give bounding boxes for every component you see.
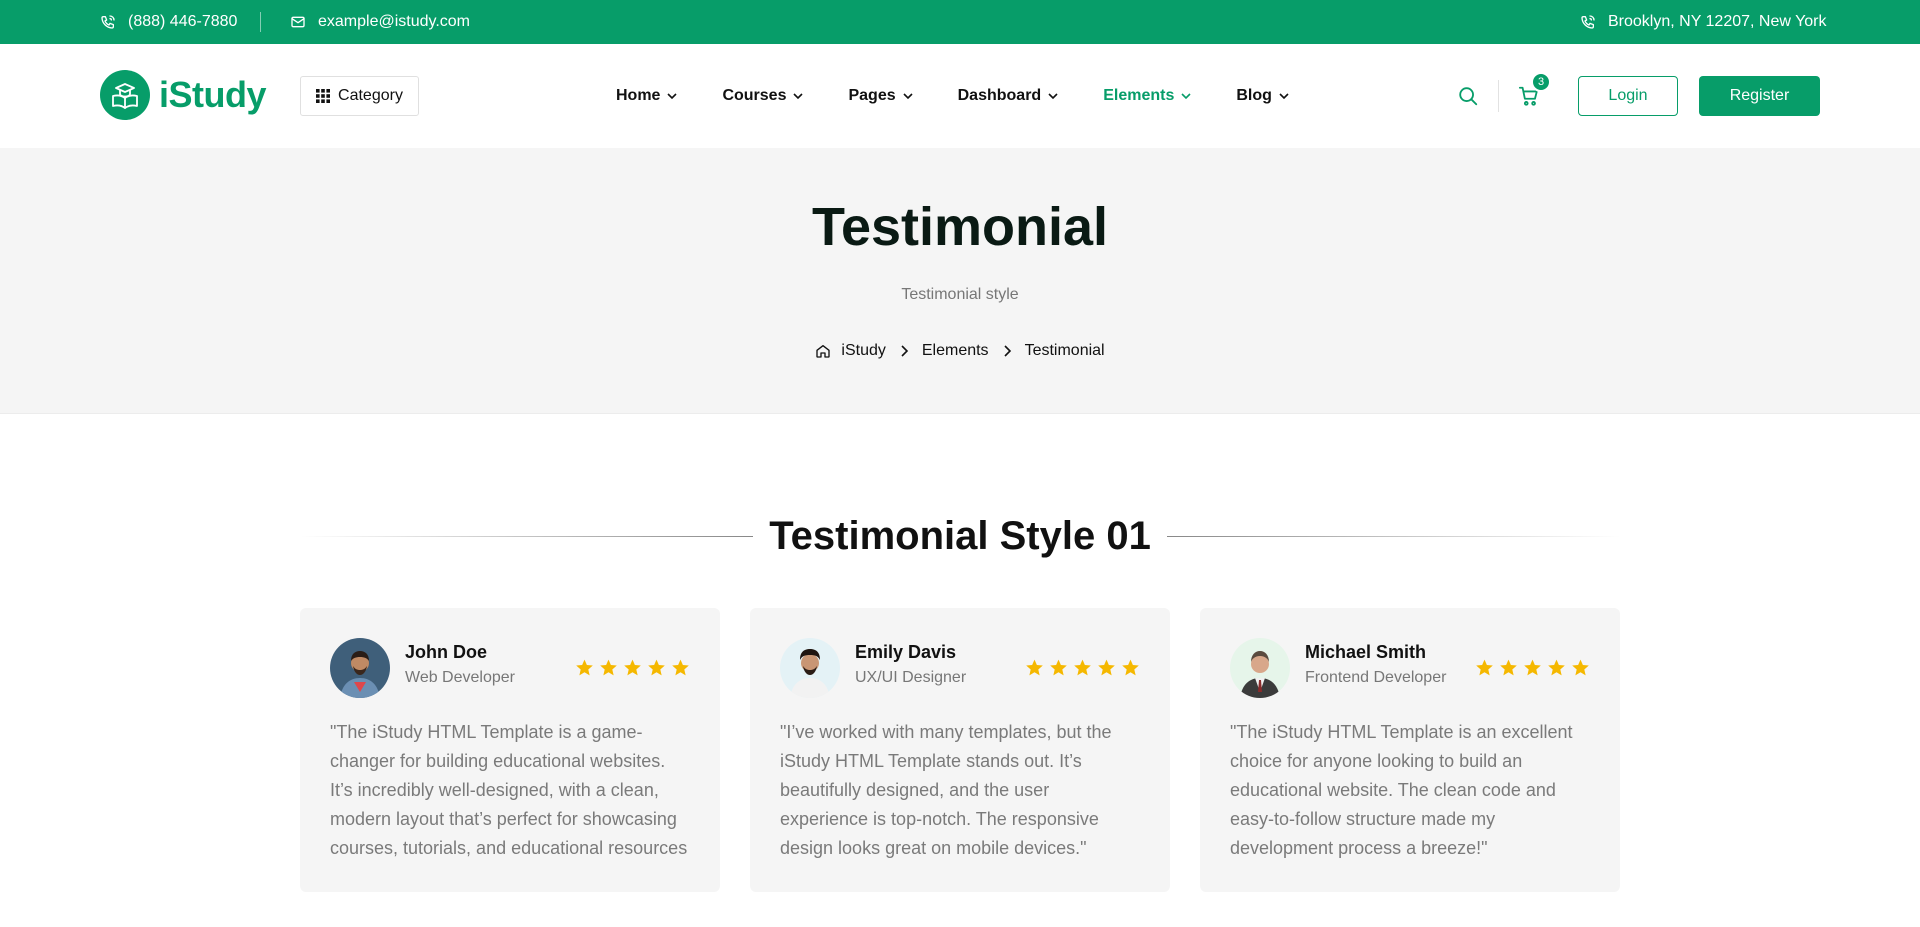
- star-icon: [1500, 659, 1517, 676]
- nav-label: Blog: [1236, 87, 1272, 104]
- testimonial-card: Michael Smith Frontend Developer "The iS…: [1200, 608, 1620, 892]
- avatar: [780, 638, 840, 698]
- nav-item-elements[interactable]: Elements: [1103, 87, 1192, 105]
- chevron-down-icon: [1048, 93, 1058, 100]
- star-icon: [1572, 659, 1589, 676]
- chevron-down-icon: [1181, 93, 1191, 100]
- star-icon: [1476, 659, 1493, 676]
- breadcrumb: iStudy Elements Testimonial: [0, 342, 1920, 360]
- star-icon: [600, 659, 617, 676]
- nav-label: Courses: [722, 87, 787, 104]
- nav-label: Home: [616, 87, 661, 104]
- star-rating: [1025, 658, 1140, 677]
- star-icon: [672, 659, 689, 676]
- star-icon: [1074, 659, 1091, 676]
- logo-book-icon: [100, 70, 150, 120]
- testimonial-quote: "The iStudy HTML Template is an excellen…: [1230, 722, 1573, 858]
- star-icon: [1098, 659, 1115, 676]
- chevron-down-icon: [903, 93, 913, 100]
- nav-label: Dashboard: [957, 87, 1042, 104]
- testimonial-name: Michael Smith: [1305, 642, 1427, 662]
- testimonial-quote: "The iStudy HTML Template is a game-chan…: [330, 722, 688, 858]
- category-button[interactable]: Category: [300, 76, 419, 116]
- chevron-right-icon: [1003, 345, 1011, 357]
- address-text: Brooklyn, NY 12207, New York: [1608, 13, 1827, 30]
- search-button[interactable]: [1456, 84, 1480, 108]
- testimonial-role: UX/UI Designer: [855, 669, 967, 686]
- nav-item-blog[interactable]: Blog: [1236, 87, 1290, 105]
- phone-icon: [1581, 15, 1595, 29]
- testimonial-role: Web Developer: [405, 669, 515, 686]
- page-hero: Testimonial Testimonial style iStudy Ele…: [0, 148, 1920, 414]
- top-bar: (888) 446-7880 example@istudy.com Brookl…: [0, 0, 1920, 44]
- nav-label: Pages: [848, 87, 896, 104]
- email-address: example@istudy.com: [318, 13, 470, 30]
- category-label: Category: [338, 87, 403, 104]
- logo-text: iStudy: [159, 74, 267, 115]
- main-nav: Home Courses Pages Dashboard Elements Bl…: [616, 44, 1334, 148]
- grid-icon: [316, 89, 331, 103]
- nav-item-courses[interactable]: Courses: [722, 87, 804, 105]
- star-icon: [576, 659, 593, 676]
- testimonial-role: Frontend Developer: [1305, 669, 1447, 686]
- main-header: iStudy Category Home Courses Pages Dashb…: [0, 44, 1920, 148]
- heading-line-right: [1166, 535, 1620, 537]
- logo[interactable]: iStudy: [100, 70, 267, 120]
- star-icon: [1524, 659, 1541, 676]
- login-button[interactable]: Login: [1578, 76, 1678, 116]
- star-icon: [624, 659, 641, 676]
- mail-icon: [291, 16, 305, 28]
- header-icons: 3: [1456, 44, 1551, 148]
- star-icon: [1026, 659, 1043, 676]
- avatar: [330, 638, 390, 698]
- nav-item-dashboard[interactable]: Dashboard: [958, 87, 1060, 105]
- home-icon[interactable]: [815, 343, 831, 359]
- breadcrumb-current: Testimonial: [1024, 342, 1105, 359]
- topbar-phone[interactable]: (888) 446-7880: [100, 0, 237, 44]
- topbar-address: Brooklyn, NY 12207, New York: [1580, 0, 1827, 44]
- register-button[interactable]: Register: [1699, 76, 1820, 116]
- breadcrumb-link-home[interactable]: iStudy: [841, 342, 885, 360]
- testimonial-name: John Doe: [405, 642, 488, 662]
- cart-count-badge: 3: [1531, 72, 1551, 92]
- header-separator: [1498, 80, 1499, 112]
- heading-line-left: [300, 535, 754, 537]
- phone-icon: [101, 15, 115, 29]
- phone-number: (888) 446-7880: [128, 13, 238, 30]
- testimonial-card: Emily Davis UX/UI Designer "I’ve worked …: [750, 608, 1170, 892]
- breadcrumb-link-elements[interactable]: Elements: [922, 342, 989, 360]
- star-icon: [1548, 659, 1565, 676]
- star-rating: [1475, 658, 1590, 677]
- chevron-right-icon: [901, 345, 908, 357]
- page-subtitle: Testimonial style: [901, 286, 1019, 303]
- cart-button[interactable]: 3: [1517, 72, 1551, 108]
- nav-label: Elements: [1103, 87, 1175, 104]
- star-icon: [1050, 659, 1067, 676]
- testimonial-name: Emily Davis: [855, 642, 957, 662]
- testimonial-quote: "I’ve worked with many templates, but th…: [780, 722, 1112, 858]
- chevron-down-icon: [793, 93, 804, 100]
- chevron-down-icon: [667, 93, 678, 100]
- section-heading: Testimonial Style 01: [300, 508, 1620, 564]
- star-icon: [1122, 659, 1139, 676]
- section-title: Testimonial Style 01: [769, 513, 1151, 558]
- testimonial-card: John Doe Web Developer "The iStudy HTML …: [300, 608, 720, 892]
- nav-item-pages[interactable]: Pages: [848, 87, 913, 105]
- search-icon: [1459, 87, 1478, 106]
- topbar-email[interactable]: example@istudy.com: [290, 0, 470, 44]
- nav-item-home[interactable]: Home: [616, 87, 678, 105]
- topbar-divider: [260, 12, 261, 32]
- page-title: Testimonial: [811, 197, 1109, 257]
- star-rating: [575, 658, 690, 677]
- star-icon: [648, 659, 665, 676]
- avatar: [1230, 638, 1290, 698]
- chevron-down-icon: [1279, 93, 1289, 100]
